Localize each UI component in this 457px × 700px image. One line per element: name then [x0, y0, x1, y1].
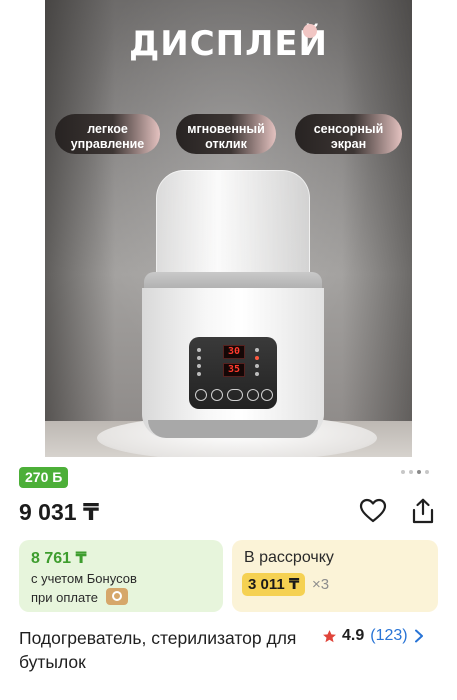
- review-count[interactable]: (123): [370, 627, 407, 645]
- product-image[interactable]: ДИСПЛЕЙ легкое управление мгновенный отк…: [45, 0, 412, 457]
- payment-method-icon-mark: [112, 591, 122, 601]
- panel-indicator: [197, 348, 201, 352]
- gallery-pager[interactable]: [401, 470, 429, 474]
- hero-title: ДИСПЛЕЙ: [128, 24, 329, 64]
- feature-badge-touch-screen: сенсорный экран: [295, 114, 402, 154]
- payment-method-icon: [106, 588, 128, 605]
- hero-title-dot: [303, 24, 317, 38]
- share-icon[interactable]: [409, 497, 437, 525]
- product-title: Подогреватель, стерилизатор для бутылок: [19, 628, 297, 672]
- heart-icon[interactable]: [359, 497, 387, 525]
- image-shelf-right: [342, 0, 412, 457]
- installment-multiplier: ×3: [312, 576, 330, 593]
- device-control-panel: 30 35: [189, 337, 277, 409]
- panel-indicator: [255, 364, 259, 368]
- product-price: 9 031 ₸: [19, 499, 99, 525]
- bonus-caption-line2: при оплате: [31, 590, 98, 605]
- feature-badge-label: легкое управление: [70, 121, 145, 151]
- panel-indicator-active: [255, 356, 259, 360]
- installment-card[interactable]: В рассрочку 3 011 ₸ ×3: [232, 540, 438, 612]
- panel-start-button: [261, 389, 273, 401]
- panel-indicator: [255, 372, 259, 376]
- feature-badge-instant-response: мгновенный отклик: [176, 114, 276, 154]
- pager-dot-active[interactable]: [417, 470, 421, 474]
- panel-indicator: [255, 348, 259, 352]
- bonus-points-badge: 270 Б: [19, 467, 69, 488]
- rating-value: 4.9: [342, 627, 365, 644]
- bonus-price: 8 761 ₸: [31, 550, 87, 567]
- star-icon: [323, 629, 336, 642]
- panel-indicator: [197, 364, 201, 368]
- bottle-warmer-device: 30 35: [142, 170, 324, 440]
- bonus-price-card[interactable]: 8 761 ₸ с учетом Бонусов при оплате: [19, 540, 223, 612]
- device-display-bottom: 35: [223, 363, 245, 377]
- device-base: [148, 420, 318, 438]
- bonus-caption-line1: с учетом Бонусов: [31, 571, 137, 586]
- panel-mode-button: [227, 389, 243, 401]
- installment-amount: 3 011 ₸: [242, 573, 306, 596]
- pager-dot[interactable]: [409, 470, 413, 474]
- pager-dot[interactable]: [425, 470, 429, 474]
- feature-badge-easy-control: легкое управление: [55, 114, 160, 154]
- feature-badge-label: мгновенный отклик: [187, 121, 265, 151]
- rating-link[interactable]: 4.9 (123): [322, 626, 424, 646]
- panel-power-button: [195, 389, 207, 401]
- panel-plus-button: [211, 389, 223, 401]
- pager-dot[interactable]: [401, 470, 405, 474]
- panel-minus-button: [247, 389, 259, 401]
- image-shelf-left: [45, 0, 115, 457]
- installment-label: В рассрочку: [244, 549, 334, 566]
- panel-indicator: [197, 372, 201, 376]
- device-display-top: 30: [223, 345, 245, 359]
- device-lid: [156, 170, 310, 282]
- panel-indicator: [197, 356, 201, 360]
- chevron-right-icon[interactable]: [414, 629, 424, 643]
- feature-badge-label: сенсорный экран: [313, 121, 384, 151]
